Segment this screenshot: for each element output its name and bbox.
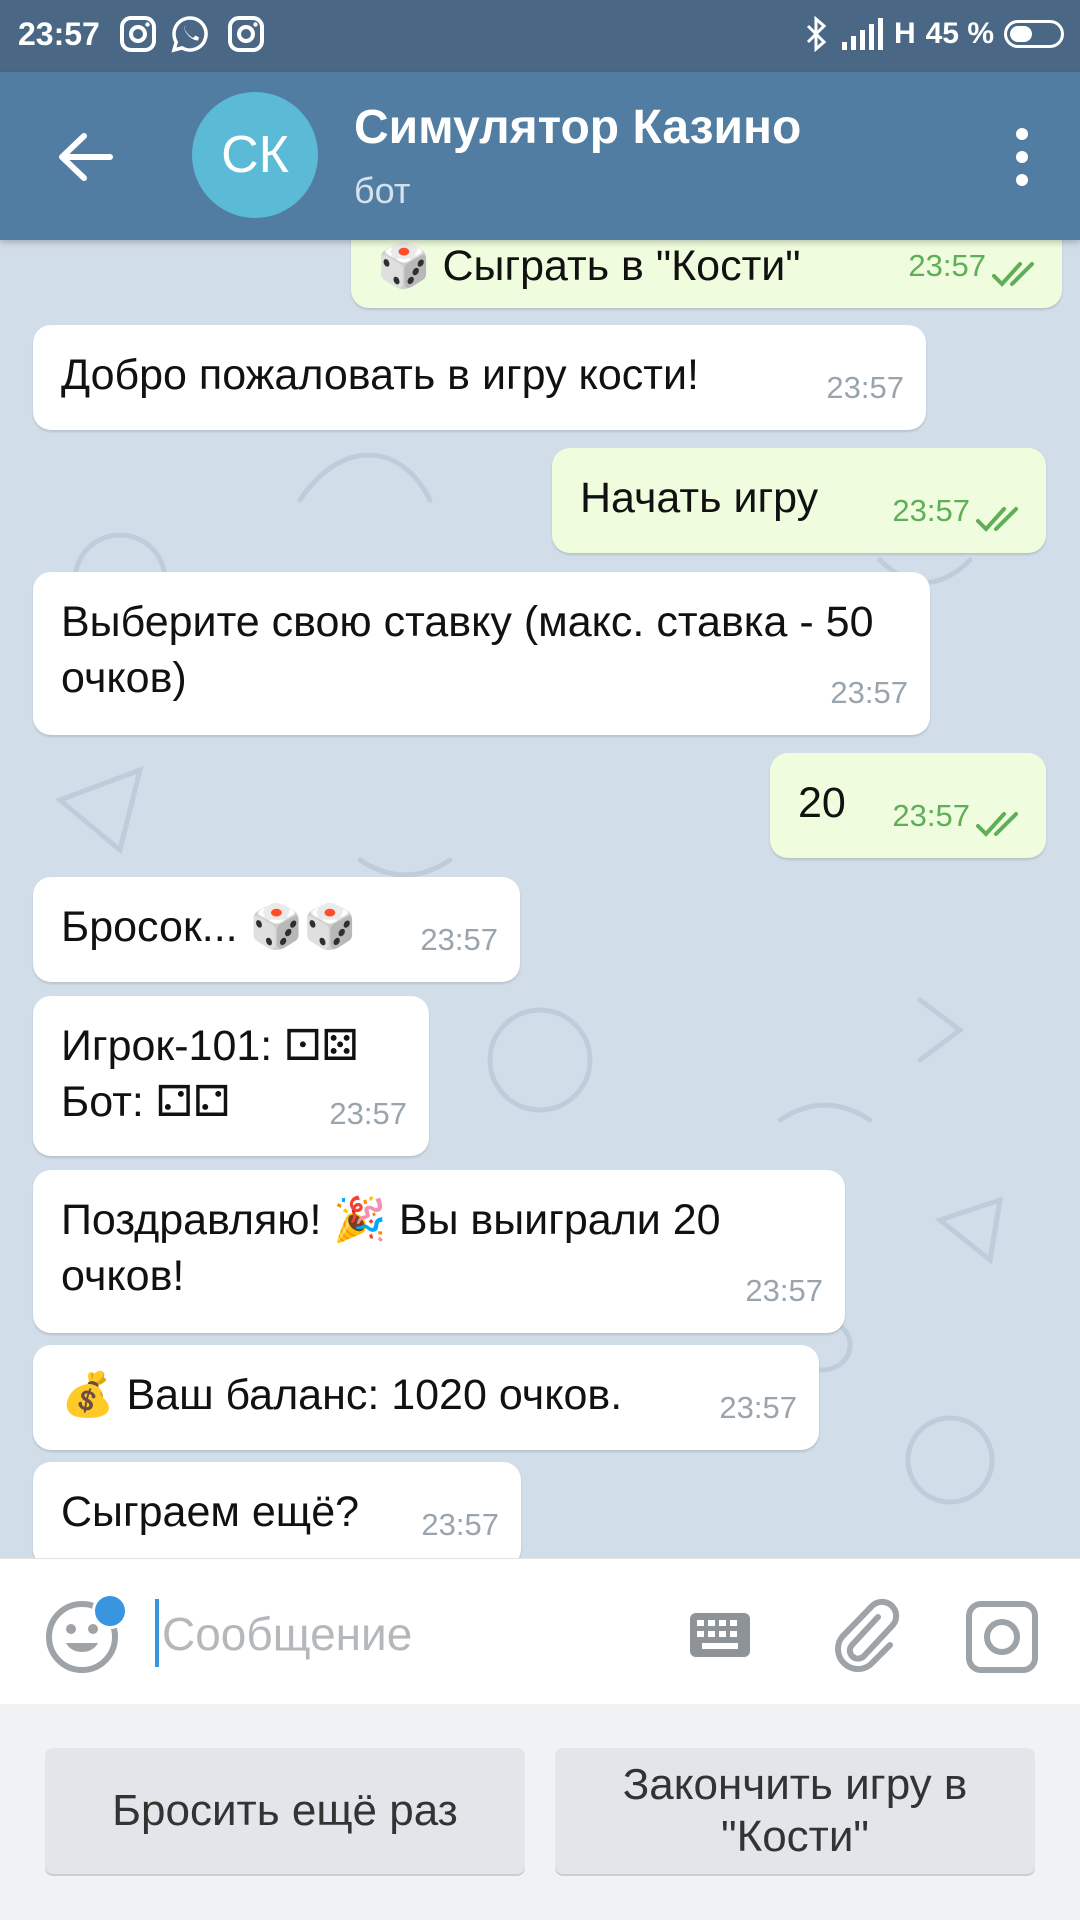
message-text: 🎲 Сыграть в "Кости" [377,242,801,290]
message-text: Поздравляю! 🎉 Вы выиграли 20 очков! [61,1196,721,1300]
battery-icon [1004,20,1064,48]
message-bubble-incoming[interactable]: Игрок-101: ⚀⚄ Бот: ⚁⚁ 23:57 [33,996,429,1156]
message-time: 23:57 [908,248,986,283]
message-time: 23:57 [892,493,970,528]
message-text: 💰 Ваш баланс: 1020 очков. [61,1371,623,1419]
message-text: Игрок-101: ⚀⚄ Бот: ⚁⚁ [61,1022,359,1126]
bluetooth-icon [806,16,827,52]
chat-header: СК Симулятор Казино бот [0,72,1080,240]
message-time: 23:57 [745,1273,823,1308]
roll-again-button[interactable]: Бросить ещё раз [45,1748,525,1874]
message-list[interactable]: 🎲 Сыграть в "Кости" 23:57 Добро пожалова… [0,240,1080,1558]
message-text: Начать игру [580,474,819,522]
message-time: 23:57 [892,798,970,833]
message-text: Добро пожаловать в игру кости! [61,351,699,399]
avatar[interactable]: СК [192,92,318,218]
more-options-icon[interactable] [1002,122,1042,192]
message-bubble-incoming[interactable]: Сыграем ещё? 23:57 [33,1462,521,1558]
end-game-button[interactable]: Закончить игру в "Кости" [555,1748,1035,1874]
message-bubble-outgoing[interactable]: 🎲 Сыграть в "Кости" 23:57 [351,240,1062,308]
read-checkmarks-icon [976,507,1018,532]
attach-paperclip-icon[interactable] [830,1593,900,1673]
status-bar: 23:57 H 45 % [0,0,1080,72]
chat-title[interactable]: Симулятор Казино [354,100,801,155]
instagram-icon [120,16,156,52]
keyboard-icon[interactable] [688,1605,752,1665]
message-time: 23:57 [329,1096,407,1131]
message-text: Выберите свою ставку (макс. ставка - 50 … [61,598,874,702]
camera-icon[interactable] [964,1599,1040,1675]
message-time: 23:57 [719,1390,797,1425]
status-time: 23:57 [18,16,100,52]
instagram-icon [228,16,264,52]
message-time: 23:57 [421,1507,499,1542]
battery-level [1010,26,1032,42]
message-bubble-incoming[interactable]: Поздравляю! 🎉 Вы выиграли 20 очков! 23:5… [33,1170,845,1333]
chat-subtitle: бот [354,170,411,211]
message-time: 23:57 [420,922,498,957]
message-time: 23:57 [830,675,908,710]
message-bubble-incoming[interactable]: Бросок... 🎲🎲 23:57 [33,877,520,982]
whatsapp-icon [171,16,208,53]
message-bubble-incoming[interactable]: Выберите свою ставку (макс. ставка - 50 … [33,572,930,735]
message-text: Бросок... 🎲🎲 [61,903,357,951]
battery-percent: 45 % [925,17,994,50]
read-checkmarks-icon [976,812,1018,837]
message-bubble-outgoing[interactable]: 20 23:57 [770,753,1046,858]
network-type: H [893,17,916,50]
message-text: Сыграем ещё? [61,1488,360,1536]
message-text: 20 [798,779,846,827]
message-bubble-incoming[interactable]: 💰 Ваш баланс: 1020 очков. 23:57 [33,1345,819,1450]
message-time: 23:57 [826,370,904,405]
signal-icon [841,18,883,50]
message-bubble-incoming[interactable]: Добро пожаловать в игру кости! 23:57 [33,325,926,430]
notification-dot [92,1593,128,1629]
bot-keyboard: Бросить ещё раз Закончить игру в "Кости" [0,1704,1080,1920]
message-bubble-outgoing[interactable]: Начать игру 23:57 [552,448,1046,553]
back-arrow-icon[interactable] [50,122,120,192]
message-input[interactable] [160,1595,644,1673]
message-composer [0,1558,1080,1705]
text-cursor [155,1599,159,1667]
read-checkmarks-icon [992,262,1034,287]
